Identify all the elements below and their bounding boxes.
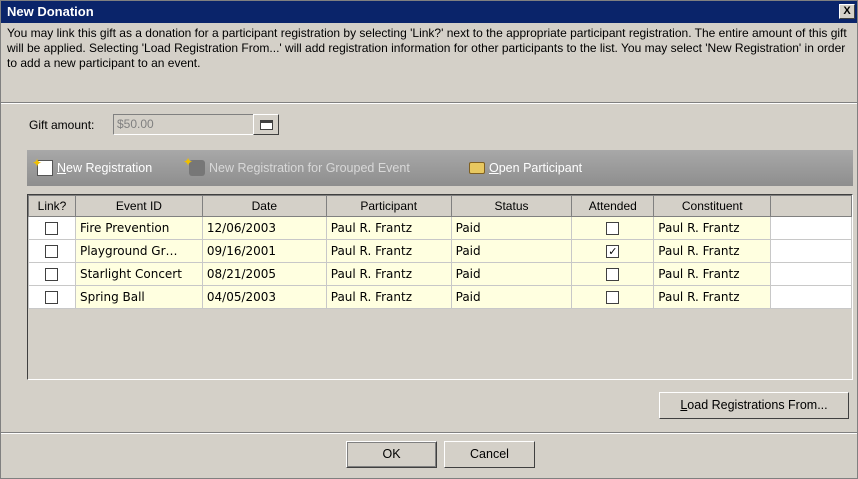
col-attended[interactable]: Attended — [571, 195, 655, 217]
participant-cell[interactable]: Paul R. Frantz — [325, 239, 452, 263]
open-participant-button[interactable]: Open Participant — [469, 160, 582, 176]
filler-cell — [770, 216, 852, 240]
calculator-button[interactable] — [253, 114, 279, 135]
link-checkbox[interactable] — [45, 222, 59, 235]
gift-amount-label: Gift amount: — [29, 118, 95, 132]
registration-toolbar: New Registration New Registration for Gr… — [27, 150, 853, 186]
close-icon[interactable]: X — [839, 4, 855, 19]
col-status[interactable]: Status — [450, 195, 573, 217]
event-id-cell[interactable]: Starlight Concert — [74, 262, 203, 286]
participant-cell[interactable]: Paul R. Frantz — [325, 285, 452, 309]
col-filler — [770, 195, 852, 217]
registrations-table: Link? Event ID Date Participant Status A… — [28, 195, 852, 309]
date-cell[interactable]: 09/16/2001 — [201, 239, 327, 263]
filler-cell — [770, 262, 852, 286]
new-registration-button[interactable]: New Registration — [32, 155, 152, 176]
col-event-id[interactable]: Event ID — [74, 195, 203, 217]
attended-checkbox-cell — [571, 262, 655, 286]
table-row[interactable]: Playground Gr… 09/16/2001 Paul R. Frantz Pa… — [28, 239, 852, 263]
constituent-cell[interactable]: Paul R. Frantz — [653, 239, 772, 263]
divider — [1, 102, 857, 104]
filler-cell — [770, 285, 852, 309]
link-checkbox[interactable] — [45, 268, 59, 281]
attended-checkbox[interactable] — [606, 291, 620, 304]
filler-cell — [770, 239, 852, 263]
link-checkbox[interactable] — [45, 291, 59, 304]
group-icon — [183, 154, 205, 176]
status-cell[interactable]: Paid — [450, 285, 573, 309]
window-title: New Donation — [7, 4, 94, 19]
date-cell[interactable]: 08/21/2005 — [201, 262, 327, 286]
instructions-text: You may link this gift as a donation for… — [7, 26, 847, 70]
status-cell[interactable]: Paid — [450, 216, 573, 240]
constituent-cell[interactable]: Paul R. Frantz — [653, 285, 772, 309]
attended-checkbox[interactable] — [606, 222, 620, 235]
col-participant[interactable]: Participant — [325, 195, 452, 217]
gift-amount-field: $50.00 — [113, 114, 255, 135]
constituent-cell[interactable]: Paul R. Frantz — [653, 262, 772, 286]
link-checkbox-cell — [28, 262, 76, 286]
link-checkbox[interactable] — [45, 245, 59, 258]
new-document-icon — [32, 155, 53, 176]
load-registrations-button[interactable]: Load Registrations From... — [659, 392, 849, 419]
status-cell[interactable]: Paid — [450, 239, 573, 263]
new-donation-dialog: New Donation X You may link this gift as… — [0, 0, 858, 479]
registrations-grid[interactable]: Link? Event ID Date Participant Status A… — [27, 194, 853, 380]
participant-cell[interactable]: Paul R. Frantz — [325, 262, 452, 286]
new-registration-grouped-event-button[interactable]: New Registration for Grouped Event — [183, 154, 410, 176]
link-checkbox-cell — [28, 216, 76, 240]
link-checkbox-cell — [28, 285, 76, 309]
event-id-cell[interactable]: Playground Gr… — [74, 239, 203, 263]
ok-button[interactable]: OK — [346, 441, 437, 468]
constituent-cell[interactable]: Paul R. Frantz — [653, 216, 772, 240]
col-date[interactable]: Date — [201, 195, 327, 217]
date-cell[interactable]: 12/06/2003 — [201, 216, 327, 240]
participant-cell[interactable]: Paul R. Frantz — [325, 216, 452, 240]
attended-checkbox-cell — [571, 285, 655, 309]
attended-checkbox-cell — [571, 216, 655, 240]
table-row[interactable]: Spring Ball 04/05/2003 Paul R. Frantz Paid P… — [28, 285, 852, 309]
cancel-button[interactable]: Cancel — [444, 441, 535, 468]
calendar-icon — [260, 120, 273, 130]
event-id-cell[interactable]: Spring Ball — [74, 285, 203, 309]
col-constituent[interactable]: Constituent — [653, 195, 772, 217]
col-link[interactable]: Link? — [28, 195, 76, 217]
open-folder-icon — [469, 162, 485, 174]
attended-checkbox-cell: ✓ — [571, 239, 655, 263]
attended-checkbox[interactable] — [606, 268, 620, 281]
header-row: Link? Event ID Date Participant Status A… — [28, 195, 852, 217]
divider — [1, 432, 857, 434]
table-row[interactable]: Fire Prevention 12/06/2003 Paul R. Frantz P… — [28, 216, 852, 240]
attended-checkbox[interactable]: ✓ — [606, 245, 620, 258]
table-row[interactable]: Starlight Concert 08/21/2005 Paul R. Frant… — [28, 262, 852, 286]
event-id-cell[interactable]: Fire Prevention — [74, 216, 203, 240]
title-bar: New Donation X — [1, 1, 857, 23]
link-checkbox-cell — [28, 239, 76, 263]
status-cell[interactable]: Paid — [450, 262, 573, 286]
date-cell[interactable]: 04/05/2003 — [201, 285, 327, 309]
